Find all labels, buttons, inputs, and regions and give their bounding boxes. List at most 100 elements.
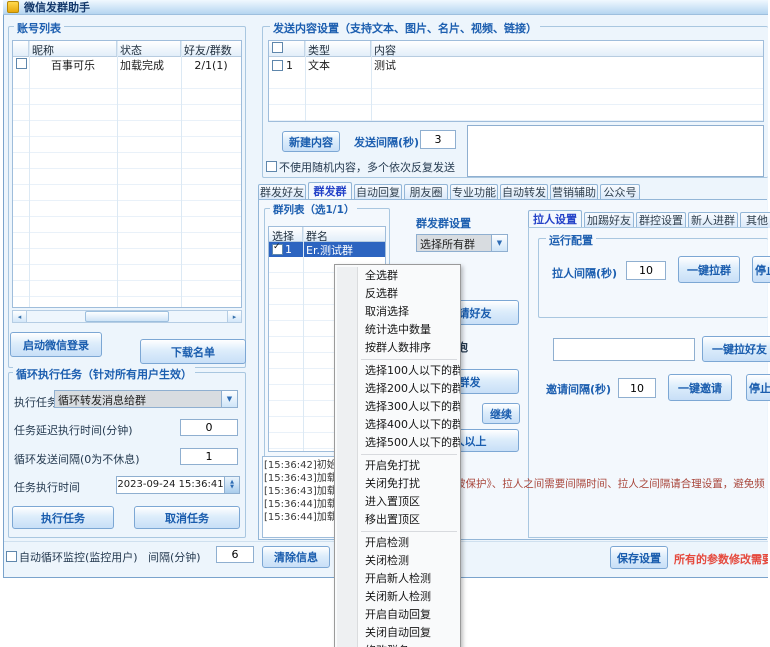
check-icon: ✓ [273, 243, 281, 253]
new-content-button[interactable]: 新建内容 [282, 131, 340, 152]
loop-interval-input[interactable] [180, 448, 238, 465]
accounts-empty-rows [13, 73, 241, 307]
monitor-label: 自动循环监控(监控用户) [19, 549, 138, 565]
download-list-button[interactable]: 下载名单 [140, 339, 246, 364]
monitor-checkbox[interactable] [6, 551, 17, 562]
save-settings-button[interactable]: 保存设置 [610, 546, 668, 569]
header-group-name: 群名 [303, 227, 385, 241]
tab-marketing[interactable]: 营销辅助 [550, 184, 598, 200]
title-bar[interactable]: 微信发群助手 [3, 0, 768, 15]
task-title: 循环执行任务（针对所有用户生效） [13, 366, 195, 382]
subtab-add-kick-friends[interactable]: 加踢好友 [584, 212, 634, 228]
group-table-header: 选择 群名 [269, 227, 385, 242]
menu-item-newmember-detect-off[interactable]: 关闭新人检测 [335, 588, 460, 606]
menu-item-newmember-detect-on[interactable]: 开启新人检测 [335, 570, 460, 588]
menu-item-count-selected[interactable]: 统计选中数量 [335, 321, 460, 339]
accounts-table[interactable]: 昵称 状态 好友/群数 百事可乐 加载完成 2/1(1) [12, 40, 242, 308]
invite-button[interactable]: 一键邀请 [668, 374, 732, 401]
menu-item-detect-off[interactable]: 关闭检测 [335, 552, 460, 570]
chevron-down-icon[interactable]: ▼ [491, 235, 507, 251]
clear-log-button[interactable]: 清除信息 [262, 546, 330, 568]
task-delay-input[interactable] [180, 419, 238, 436]
stop-pull-button[interactable]: 停止拉群 [752, 256, 770, 283]
menu-item-rename-group[interactable]: 修改群名 [335, 642, 460, 647]
menu-item-select-all-groups[interactable]: 全选群 [335, 267, 460, 285]
cancel-task-button[interactable]: 取消任务 [134, 506, 240, 529]
menu-separator [361, 359, 457, 360]
window-title: 微信发群助手 [24, 0, 90, 15]
scroll-left-icon[interactable]: ◂ [13, 311, 27, 322]
continue-button[interactable]: 继续 [482, 403, 520, 424]
menu-item-detect-on[interactable]: 开启检测 [335, 534, 460, 552]
spin-down-icon[interactable]: ▼ [230, 485, 234, 490]
send-settings-label: 群发群设置 [416, 215, 471, 231]
menu-item-leave-pinned[interactable]: 移出置顶区 [335, 511, 460, 529]
subtab-group-control[interactable]: 群控设置 [636, 212, 686, 228]
stop-invite-button[interactable]: 停止邀请 [746, 374, 770, 401]
accounts-hscrollbar[interactable]: ◂ ▸ [12, 310, 242, 323]
random-content-checkbox[interactable] [266, 161, 277, 172]
menu-item-select-under-200[interactable]: 选择200人以下的群 [335, 380, 460, 398]
main-tab-bar: 群发好友 群发群 自动回复 朋友圈 专业功能 自动转发 营销辅助 公众号 [258, 182, 642, 200]
menu-item-select-under-400[interactable]: 选择400人以下的群 [335, 416, 460, 434]
datetime-spinner-icon[interactable]: ▲ ▼ [224, 477, 239, 493]
menu-item-autoreply-off[interactable]: 关闭自动回复 [335, 624, 460, 642]
content-table[interactable]: 类型 内容 1 文本 测试 [268, 40, 764, 122]
menu-item-autoreply-on[interactable]: 开启自动回复 [335, 606, 460, 624]
chevron-down-icon[interactable]: ▼ [221, 391, 237, 407]
menu-item-invert-selection[interactable]: 反选群 [335, 285, 460, 303]
menu-separator [361, 531, 457, 532]
scroll-right-icon[interactable]: ▸ [227, 311, 241, 322]
menu-item-select-under-100[interactable]: 选择100人以下的群 [335, 362, 460, 380]
tab-group-send-groups[interactable]: 群发群 [308, 182, 352, 200]
menu-item-clear-selection[interactable]: 取消选择 [335, 303, 460, 321]
account-row[interactable]: 百事可乐 加载完成 2/1(1) [13, 57, 241, 74]
menu-item-mute-off[interactable]: 关闭免打扰 [335, 475, 460, 493]
tab-auto-reply[interactable]: 自动回复 [354, 184, 402, 200]
content-table-header: 类型 内容 [269, 41, 763, 57]
content-row-checkbox[interactable] [272, 60, 283, 71]
header-nickname: 昵称 [29, 41, 117, 56]
sub-tab-bar: 拉人设置 加踢好友 群控设置 新人进群 其他 [528, 209, 770, 228]
subtab-others[interactable]: 其他 [740, 212, 770, 228]
friend-keyword-input[interactable] [553, 338, 695, 361]
tab-pro-features[interactable]: 专业功能 [450, 184, 498, 200]
group-list-title: 群列表（选1/1） [270, 202, 357, 217]
menu-item-select-under-500[interactable]: 选择500人以下的群 [335, 434, 460, 452]
task-type-select[interactable]: 循环转发消息给群 ▼ [54, 390, 238, 408]
pull-interval-input[interactable] [626, 261, 666, 280]
task-type-value: 循环转发消息给群 [55, 391, 221, 407]
pull-group-button[interactable]: 一键拉群 [678, 256, 740, 283]
table-gridline [305, 41, 306, 121]
invite-interval-input[interactable] [618, 378, 656, 398]
account-checkbox[interactable] [16, 58, 27, 69]
tab-official-account[interactable]: 公众号 [600, 184, 640, 200]
menu-item-mute-on[interactable]: 开启免打扰 [335, 457, 460, 475]
send-interval-input[interactable] [420, 130, 456, 149]
content-preview-textarea[interactable] [467, 125, 764, 177]
run-task-button[interactable]: 执行任务 [12, 506, 114, 529]
group-row-num: 1 [285, 243, 292, 256]
send-interval-label: 发送间隔(秒) [354, 134, 419, 150]
login-wechat-button[interactable]: 启动微信登录 [10, 332, 102, 357]
scrollbar-thumb[interactable] [85, 311, 169, 322]
header-group-select: 选择 [269, 227, 303, 241]
group-scope-select[interactable]: 选择所有群 ▼ [416, 234, 508, 252]
task-time-picker[interactable]: 2023-09-24 15:36:41 ▲ ▼ [116, 476, 240, 494]
subtab-new-members[interactable]: 新人进群 [688, 212, 738, 228]
menu-item-select-under-300[interactable]: 选择300人以下的群 [335, 398, 460, 416]
menu-item-sort-by-members[interactable]: 按群人数排序 [335, 339, 460, 357]
monitor-interval-input[interactable] [216, 546, 254, 563]
content-select-all-checkbox[interactable] [272, 42, 283, 53]
pull-friend-button[interactable]: 一键拉好友 [702, 336, 770, 362]
tab-moments[interactable]: 朋友圈 [404, 184, 448, 200]
tab-auto-forward[interactable]: 自动转发 [500, 184, 548, 200]
monitor-interval-label: 间隔(分钟) [148, 549, 201, 565]
menu-item-enter-pinned[interactable]: 进入置顶区 [335, 493, 460, 511]
content-row[interactable]: 1 文本 测试 [269, 57, 763, 74]
group-row-selected[interactable]: ✓ 1 Er.测试群 [269, 242, 385, 258]
tab-group-send-friends[interactable]: 群发好友 [258, 184, 306, 200]
subtab-pull-settings[interactable]: 拉人设置 [528, 210, 582, 228]
pull-box-title: 运行配置 [546, 232, 596, 248]
group-row-checkbox[interactable]: ✓ [272, 244, 283, 255]
